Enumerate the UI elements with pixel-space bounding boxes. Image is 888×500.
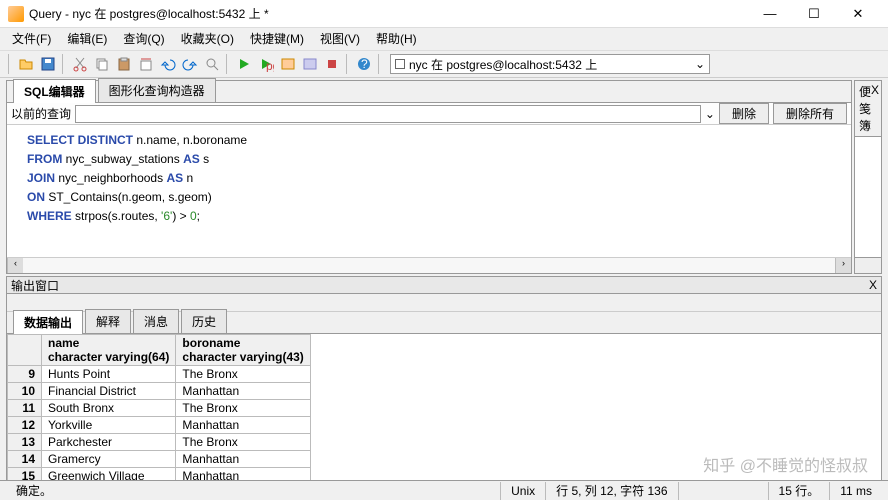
window-title: Query - nyc 在 postgres@localhost:5432 上 … <box>29 5 269 22</box>
menu-favorites[interactable]: 收藏夹(O) <box>173 28 242 50</box>
output-panel: 数据输出 解释 消息 历史 namecharacter varying(64) … <box>6 294 882 486</box>
open-icon[interactable] <box>16 54 36 74</box>
menu-query[interactable]: 查询(Q) <box>115 28 172 50</box>
scratchpad-close-icon[interactable]: X <box>871 83 879 134</box>
svg-text:?: ? <box>361 57 368 71</box>
paste-icon[interactable] <box>114 54 134 74</box>
clear-icon[interactable] <box>136 54 156 74</box>
output-title: 输出窗口 <box>11 277 59 294</box>
table-row[interactable]: 11South BronxThe Bronx <box>8 400 311 417</box>
help-icon[interactable]: ? <box>354 54 374 74</box>
table-row[interactable]: 10Financial DistrictManhattan <box>8 383 311 400</box>
row-number: 12 <box>8 417 42 434</box>
cell-boroname[interactable]: Manhattan <box>176 383 310 400</box>
table-row[interactable]: 12YorkvilleManhattan <box>8 417 311 434</box>
minimize-button[interactable]: — <box>748 0 792 28</box>
table-row[interactable]: 14GramercyManhattan <box>8 451 311 468</box>
connection-combo[interactable]: nyc 在 postgres@localhost:5432 上 ⌄ <box>390 54 710 74</box>
cut-icon[interactable] <box>70 54 90 74</box>
tab-graphical-query[interactable]: 图形化查询构造器 <box>98 78 216 102</box>
prev-query-combo[interactable] <box>75 105 701 123</box>
output-close-icon[interactable]: X <box>869 278 877 292</box>
title-bar: Query - nyc 在 postgres@localhost:5432 上 … <box>0 0 888 28</box>
status-ready: 确定。 <box>6 482 62 500</box>
menu-file[interactable]: 文件(F) <box>4 28 59 50</box>
cell-name[interactable]: Gramercy <box>42 451 176 468</box>
cell-name[interactable]: Yorkville <box>42 417 176 434</box>
row-number: 9 <box>8 366 42 383</box>
maximize-button[interactable]: ☐ <box>792 0 836 28</box>
row-number: 11 <box>8 400 42 417</box>
tab-explain[interactable]: 解释 <box>85 309 131 333</box>
row-number: 10 <box>8 383 42 400</box>
menu-help[interactable]: 帮助(H) <box>368 28 425 50</box>
column-header-name[interactable]: namecharacter varying(64) <box>42 335 176 366</box>
explain-analyze-icon[interactable] <box>300 54 320 74</box>
execute-icon[interactable] <box>234 54 254 74</box>
svg-text:pg: pg <box>266 59 274 72</box>
status-rowcount: 15 行。 <box>768 482 830 500</box>
table-row[interactable]: 9Hunts PointThe Bronx <box>8 366 311 383</box>
find-icon[interactable] <box>202 54 222 74</box>
menu-view[interactable]: 视图(V) <box>312 28 368 50</box>
execute-pgscript-icon[interactable]: pg <box>256 54 276 74</box>
scratchpad-body[interactable] <box>854 137 882 258</box>
chevron-down-icon: ⌄ <box>695 57 705 71</box>
editor-panel: SQL编辑器 图形化查询构造器 以前的查询 ⌄ 删除 删除所有 SELECT D… <box>6 80 852 274</box>
delete-all-button[interactable]: 删除所有 <box>773 103 847 124</box>
save-icon[interactable] <box>38 54 58 74</box>
chevron-down-icon[interactable]: ⌄ <box>705 107 715 121</box>
connection-label: nyc 在 postgres@localhost:5432 上 <box>409 56 597 73</box>
grid-corner <box>8 335 42 366</box>
tab-data-output[interactable]: 数据输出 <box>13 310 83 334</box>
cell-boroname[interactable]: The Bronx <box>176 400 310 417</box>
status-position: 行 5, 列 12, 字符 136 <box>545 482 677 500</box>
cell-name[interactable]: Parkchester <box>42 434 176 451</box>
cancel-icon[interactable] <box>322 54 342 74</box>
cell-boroname[interactable]: Manhattan <box>176 451 310 468</box>
status-bar: 确定。 Unix 行 5, 列 12, 字符 136 15 行。 11 ms <box>0 480 888 500</box>
table-row[interactable]: 13ParkchesterThe Bronx <box>8 434 311 451</box>
menu-edit[interactable]: 编辑(E) <box>59 28 115 50</box>
db-icon <box>395 59 405 69</box>
output-header: 输出窗口 X <box>6 276 882 294</box>
app-icon <box>8 6 24 22</box>
cell-name[interactable]: Financial District <box>42 383 176 400</box>
tab-sql-editor[interactable]: SQL编辑器 <box>13 79 96 103</box>
tab-history[interactable]: 历史 <box>181 309 227 333</box>
row-number: 13 <box>8 434 42 451</box>
status-time: 11 ms <box>829 482 882 500</box>
delete-button[interactable]: 删除 <box>719 103 769 124</box>
result-grid[interactable]: namecharacter varying(64) boronamecharac… <box>7 334 881 485</box>
scratchpad-title: 便笺簿 <box>859 83 871 134</box>
sql-editor[interactable]: SELECT DISTINCT n.name, n.boroname FROM … <box>7 125 851 257</box>
row-number: 14 <box>8 451 42 468</box>
menu-macros[interactable]: 快捷键(M) <box>242 28 312 50</box>
copy-icon[interactable] <box>92 54 112 74</box>
cell-boroname[interactable]: Manhattan <box>176 417 310 434</box>
menu-bar: 文件(F) 编辑(E) 查询(Q) 收藏夹(O) 快捷键(M) 视图(V) 帮助… <box>0 28 888 50</box>
cell-boroname[interactable]: The Bronx <box>176 434 310 451</box>
column-header-boroname[interactable]: boronamecharacter varying(43) <box>176 335 310 366</box>
prev-query-label: 以前的查询 <box>11 105 71 122</box>
explain-icon[interactable] <box>278 54 298 74</box>
scratchpad-header: 便笺簿 X <box>854 80 882 137</box>
tab-messages[interactable]: 消息 <box>133 309 179 333</box>
close-button[interactable]: ✕ <box>836 0 880 28</box>
redo-icon[interactable] <box>180 54 200 74</box>
undo-icon[interactable] <box>158 54 178 74</box>
toolbar: pg ? nyc 在 postgres@localhost:5432 上 ⌄ <box>0 50 888 78</box>
cell-name[interactable]: Hunts Point <box>42 366 176 383</box>
scratchpad-hscroll[interactable] <box>854 258 882 274</box>
status-mode: Unix <box>500 482 545 500</box>
editor-hscroll[interactable]: ‹› <box>7 257 851 273</box>
cell-name[interactable]: South Bronx <box>42 400 176 417</box>
cell-boroname[interactable]: The Bronx <box>176 366 310 383</box>
